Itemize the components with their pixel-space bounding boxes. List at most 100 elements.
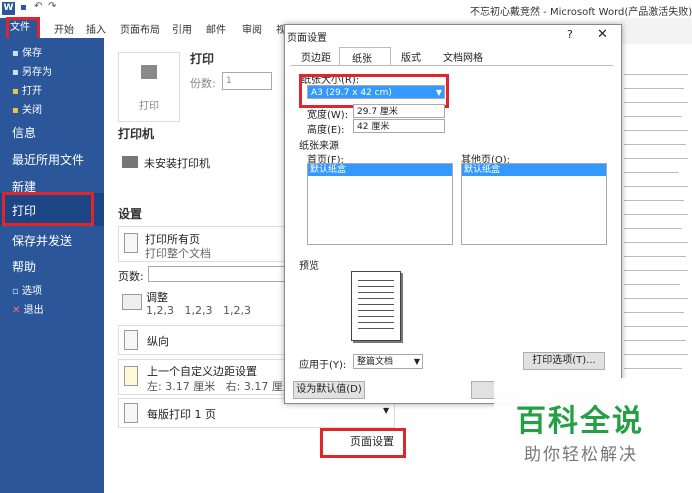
height-input[interactable]: 42 厘米	[353, 119, 445, 133]
word-app-icon: W	[2, 2, 15, 15]
close-folder-icon: ▪	[12, 105, 19, 116]
preview-line	[358, 328, 394, 329]
window-title: 不忘初心戴竞然 - Microsoft Word(产品激活失败)	[470, 7, 692, 18]
sidebar-item-close[interactable]: ▪ 关闭	[12, 101, 42, 116]
tab-home[interactable]: 开始	[54, 21, 74, 36]
pages-input[interactable]	[148, 266, 298, 282]
text-line	[624, 130, 688, 131]
apply-to-select[interactable]: 整篇文档 ▼	[353, 354, 423, 369]
width-label: 宽度(W):	[307, 110, 349, 121]
sidebar-item-label: 打开	[21, 86, 42, 97]
tab-insert[interactable]: 插入	[86, 21, 106, 36]
printer-icon	[141, 65, 157, 79]
text-line	[624, 270, 688, 271]
tab-document-grid[interactable]: 文档网格	[443, 49, 483, 64]
tab-layout[interactable]: 版式	[401, 49, 421, 64]
dialog-title: 页面设置	[287, 33, 327, 44]
sidebar-item-label: 另存为	[21, 67, 52, 78]
exit-icon: ✕	[12, 305, 21, 316]
text-line	[624, 242, 688, 243]
printer-heading: 打印机	[118, 127, 155, 141]
text-line	[624, 102, 688, 103]
text-line	[624, 144, 686, 145]
sidebar-item-label: 选项	[21, 286, 42, 297]
page-preview	[351, 271, 401, 341]
margins-title: 上一个自定义边距设置	[147, 365, 257, 378]
text-line	[624, 284, 680, 285]
page-icon	[124, 403, 138, 423]
text-line	[624, 88, 684, 89]
sidebar-item-label: 退出	[23, 305, 44, 316]
sidebar-item-open[interactable]: ▪ 打开	[12, 82, 42, 97]
text-line	[624, 74, 688, 75]
text-line	[624, 214, 688, 215]
chevron-down-icon: ▼	[383, 406, 390, 415]
text-line	[624, 116, 682, 117]
tab-review[interactable]: 审阅	[242, 21, 262, 36]
preview-label: 预览	[299, 261, 319, 272]
pages-label: 页数:	[118, 270, 144, 283]
sidebar-item-options[interactable]: ▫ 选项	[12, 282, 42, 297]
text-line	[624, 312, 684, 313]
print-item-highlight	[2, 192, 94, 226]
sidebar-item-save-as[interactable]: ▪ 另存为	[12, 63, 52, 78]
paper-size-highlight	[299, 74, 449, 108]
tab-mailings[interactable]: 邮件	[206, 21, 226, 36]
list-item[interactable]: 默认纸盒	[462, 164, 606, 176]
sidebar-item-recent[interactable]: 最近所用文件	[12, 151, 84, 168]
text-line	[624, 200, 684, 201]
sidebar-item-save[interactable]: ▪ 保存	[12, 44, 42, 59]
other-pages-list[interactable]: 默认纸盒	[461, 163, 607, 245]
preview-line	[358, 280, 394, 281]
collate-icon	[122, 294, 142, 310]
sidebar-item-info[interactable]: 信息	[12, 124, 36, 141]
title-bar: W ▪ ↶ ↷ 不忘初心戴竞然 - Microsoft Word(产品激活失败)	[0, 0, 692, 18]
text-line	[624, 326, 688, 327]
watermark: 百科全说 助你轻松解决	[494, 378, 692, 478]
tab-page-layout[interactable]: 页面布局	[120, 21, 160, 36]
print-button-label: 打印	[139, 101, 159, 112]
width-input[interactable]: 29.7 厘米	[353, 104, 445, 118]
tab-margins[interactable]: 页边距	[301, 49, 331, 64]
text-line	[624, 340, 686, 341]
copies-label: 份数:	[190, 77, 216, 90]
undo-icon[interactable]: ↶	[34, 1, 42, 12]
text-line	[624, 256, 686, 257]
tab-divider	[291, 65, 613, 66]
copies-input[interactable]: 1	[222, 72, 272, 90]
options-icon: ▫	[12, 286, 19, 297]
orientation-label: 纵向	[147, 335, 169, 348]
print-options-button[interactable]: 打印选项(T)...	[523, 352, 605, 370]
preview-line	[358, 310, 394, 311]
portrait-icon	[124, 330, 138, 350]
sidebar-item-help[interactable]: 帮助	[12, 258, 36, 275]
printer-icon	[122, 156, 138, 168]
settings-heading: 设置	[118, 207, 143, 221]
text-line	[624, 368, 682, 369]
height-label: 高度(E):	[307, 125, 345, 136]
text-line	[624, 186, 688, 187]
apply-to-label: 应用于(Y):	[299, 360, 347, 371]
print-button[interactable]: 打印	[118, 52, 180, 122]
set-default-button[interactable]: 设为默认值(D)	[293, 381, 365, 399]
list-item[interactable]: 默认纸盒	[308, 164, 452, 176]
preview-line	[358, 286, 394, 287]
help-button[interactable]: ?	[567, 28, 573, 41]
preview-line	[358, 322, 394, 323]
pages-icon	[124, 233, 138, 253]
sidebar-item-save-send[interactable]: 保存并发送	[12, 232, 72, 249]
save-icon: ▪	[12, 48, 19, 59]
watermark-logo: 百科全说	[516, 404, 644, 439]
tab-paper[interactable]: 纸张	[339, 47, 391, 66]
watermark-slogan: 助你轻松解决	[524, 445, 638, 465]
open-folder-icon: ▪	[12, 86, 19, 97]
save-icon[interactable]: ▪	[20, 2, 27, 13]
printer-select[interactable]: 未安装打印机	[118, 144, 298, 180]
sidebar-item-label: 关闭	[21, 105, 42, 116]
tab-references[interactable]: 引用	[172, 21, 192, 36]
close-icon[interactable]: ✕	[597, 27, 608, 42]
print-all-desc: 打印整个文档	[145, 247, 211, 260]
sidebar-item-exit[interactable]: ✕ 退出	[12, 301, 44, 316]
first-page-list[interactable]: 默认纸盒	[307, 163, 453, 245]
redo-icon[interactable]: ↷	[48, 1, 56, 12]
